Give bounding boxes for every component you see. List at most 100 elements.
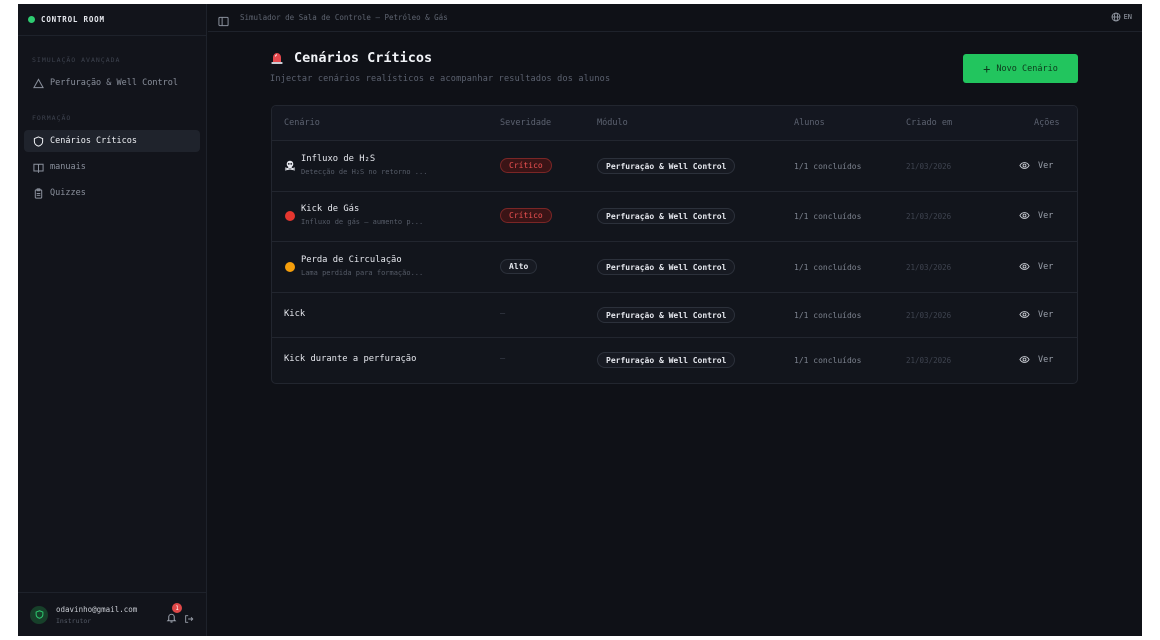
plus-icon: + xyxy=(983,61,991,76)
view-label: Ver xyxy=(1038,309,1054,320)
notifications-bell-icon[interactable]: 1 xyxy=(166,603,182,623)
column-header-scenario[interactable]: Cenário xyxy=(284,118,320,128)
severity-badge: Crítico xyxy=(500,208,552,223)
user-role: Instrutor xyxy=(56,616,92,625)
language-label: EN xyxy=(1123,13,1132,21)
scenario-name: Kick durante a perfuração xyxy=(284,354,417,364)
user-info: odavinho@gmail.com Instrutor xyxy=(56,605,137,625)
new-scenario-label: Novo Cenário xyxy=(996,63,1058,74)
severity-badge: Crítico xyxy=(500,158,552,173)
scenario-cell: Kick durante a perfuração xyxy=(284,354,416,364)
created-date: 21/03/2026 xyxy=(906,212,952,221)
column-header-module[interactable]: Módulo xyxy=(597,118,628,128)
column-header-severity[interactable]: Severidade xyxy=(500,118,551,128)
module-badge: Perfuração & Well Control xyxy=(597,352,736,368)
scenario-name: Perda de Circulação xyxy=(301,255,402,265)
module-badge: Perfuração & Well Control xyxy=(597,259,736,275)
warning-triangle-icon xyxy=(32,77,44,89)
avatar[interactable] xyxy=(30,605,48,624)
user-panel: odavinho@gmail.com Instrutor 1 xyxy=(18,592,207,636)
section-label-simulation: SIMULAÇÃO AVANÇADA xyxy=(32,56,121,64)
red-circle-icon xyxy=(285,211,295,221)
scenario-cell: Kick xyxy=(284,309,305,319)
table-row[interactable]: Kick — Perfuração & Well Control 1/1 con… xyxy=(272,293,1077,338)
page-title-text: Cenários Críticos xyxy=(294,50,433,66)
topbar: Simulador de Sala de Controle — Petróleo… xyxy=(208,4,1142,32)
table-row[interactable]: Kick de Gás Influxo de gás — aumento p..… xyxy=(272,192,1077,242)
created-date: 21/03/2026 xyxy=(906,356,952,365)
eye-icon xyxy=(1019,162,1030,169)
module-badge: Perfuração & Well Control xyxy=(597,208,736,224)
view-label: Ver xyxy=(1038,261,1054,272)
brand-title: CONTROL ROOM xyxy=(41,15,105,24)
scenario-description: Lama perdida para formação... xyxy=(301,269,424,277)
scenario-name: Kick xyxy=(284,309,306,319)
view-button[interactable]: Ver xyxy=(1019,160,1053,171)
severity-badge: Alto xyxy=(500,259,538,274)
view-label: Ver xyxy=(1038,210,1054,221)
students-progress: 1/1 concluídos xyxy=(794,263,862,272)
scenario-description: Detecção de H₂S no retorno ... xyxy=(301,168,428,176)
scenario-cell: Kick de Gás Influxo de gás — aumento p..… xyxy=(301,204,423,226)
created-date: 21/03/2026 xyxy=(906,311,952,320)
table-row[interactable]: Perda de Circulação Lama perdida para fo… xyxy=(272,242,1077,293)
severity-empty: — xyxy=(500,354,506,364)
view-label: Ver xyxy=(1038,354,1054,365)
scenario-cell: Influxo de H₂S Detecção de H₂S no retorn… xyxy=(301,154,427,176)
module-badge: Perfuração & Well Control xyxy=(597,307,736,323)
section-label-training: FORMAÇÃO xyxy=(32,114,72,122)
scenario-cell: Perda de Circulação Lama perdida para fo… xyxy=(301,255,423,277)
eye-icon xyxy=(1019,311,1030,318)
severity-empty: — xyxy=(500,309,506,319)
sidebar-item-quizzes[interactable]: Quizzes xyxy=(24,182,200,204)
table-row[interactable]: Influxo de H₂S Detecção de H₂S no retorn… xyxy=(272,141,1077,192)
brand: CONTROL ROOM xyxy=(18,4,206,36)
sidebar-item-label: manuais xyxy=(50,162,86,172)
scenarios-table: Cenário Severidade Módulo Alunos Criado … xyxy=(271,105,1078,384)
page-title: Cenários Críticos xyxy=(270,50,610,66)
sidebar-item-well-control[interactable]: Perfuração & Well Control xyxy=(24,72,200,94)
scenario-name: Kick de Gás xyxy=(301,204,360,214)
eye-icon xyxy=(1019,263,1030,270)
sidebar-item-label: Quizzes xyxy=(50,188,86,198)
eye-icon xyxy=(1019,356,1030,363)
breadcrumb: Simulador de Sala de Controle — Petróleo… xyxy=(240,13,448,22)
view-button[interactable]: Ver xyxy=(1019,309,1053,320)
table-row[interactable]: Kick durante a perfuração — Perfuração &… xyxy=(272,338,1077,383)
sidebar: CONTROL ROOM SIMULAÇÃO AVANÇADA Perfuraç… xyxy=(18,4,207,636)
logout-icon[interactable] xyxy=(184,609,194,623)
view-button[interactable]: Ver xyxy=(1019,210,1053,221)
siren-icon xyxy=(271,53,283,64)
sidebar-item-label: Perfuração & Well Control xyxy=(50,78,178,88)
globe-icon xyxy=(1111,12,1120,22)
book-icon xyxy=(32,161,44,173)
column-header-created[interactable]: Criado em xyxy=(906,118,952,128)
sidebar-item-label: Cenários Críticos xyxy=(50,136,137,146)
scenario-name: Influxo de H₂S xyxy=(301,154,376,164)
view-button[interactable]: Ver xyxy=(1019,261,1053,272)
page-header: Cenários Críticos Injectar cenários real… xyxy=(270,50,610,84)
page-subtitle: Injectar cenários realísticos e acompanh… xyxy=(270,74,611,84)
students-progress: 1/1 concluídos xyxy=(794,356,862,365)
app-window: CONTROL ROOM SIMULAÇÃO AVANÇADA Perfuraç… xyxy=(18,4,1142,636)
created-date: 21/03/2026 xyxy=(906,263,952,272)
column-header-actions: Ações xyxy=(1034,118,1060,128)
view-button[interactable]: Ver xyxy=(1019,354,1053,365)
eye-icon xyxy=(1019,212,1030,219)
column-header-students[interactable]: Alunos xyxy=(794,118,825,128)
sidebar-item-manuals[interactable]: manuais xyxy=(24,156,200,178)
skull-icon xyxy=(284,160,296,171)
view-label: Ver xyxy=(1038,160,1054,171)
module-badge: Perfuração & Well Control xyxy=(597,158,736,174)
new-scenario-button[interactable]: + Novo Cenário xyxy=(963,54,1078,83)
sidebar-toggle-icon[interactable] xyxy=(218,12,230,26)
status-dot-icon xyxy=(28,16,35,23)
user-email: odavinho@gmail.com xyxy=(56,604,138,614)
language-switcher[interactable]: EN xyxy=(1111,12,1132,22)
table-header: Cenário Severidade Módulo Alunos Criado … xyxy=(272,106,1077,141)
clipboard-icon xyxy=(32,187,44,199)
students-progress: 1/1 concluídos xyxy=(794,212,862,221)
sidebar-item-critical-scenarios[interactable]: Cenários Críticos xyxy=(24,130,200,152)
students-progress: 1/1 concluídos xyxy=(794,162,862,171)
created-date: 21/03/2026 xyxy=(906,162,952,171)
